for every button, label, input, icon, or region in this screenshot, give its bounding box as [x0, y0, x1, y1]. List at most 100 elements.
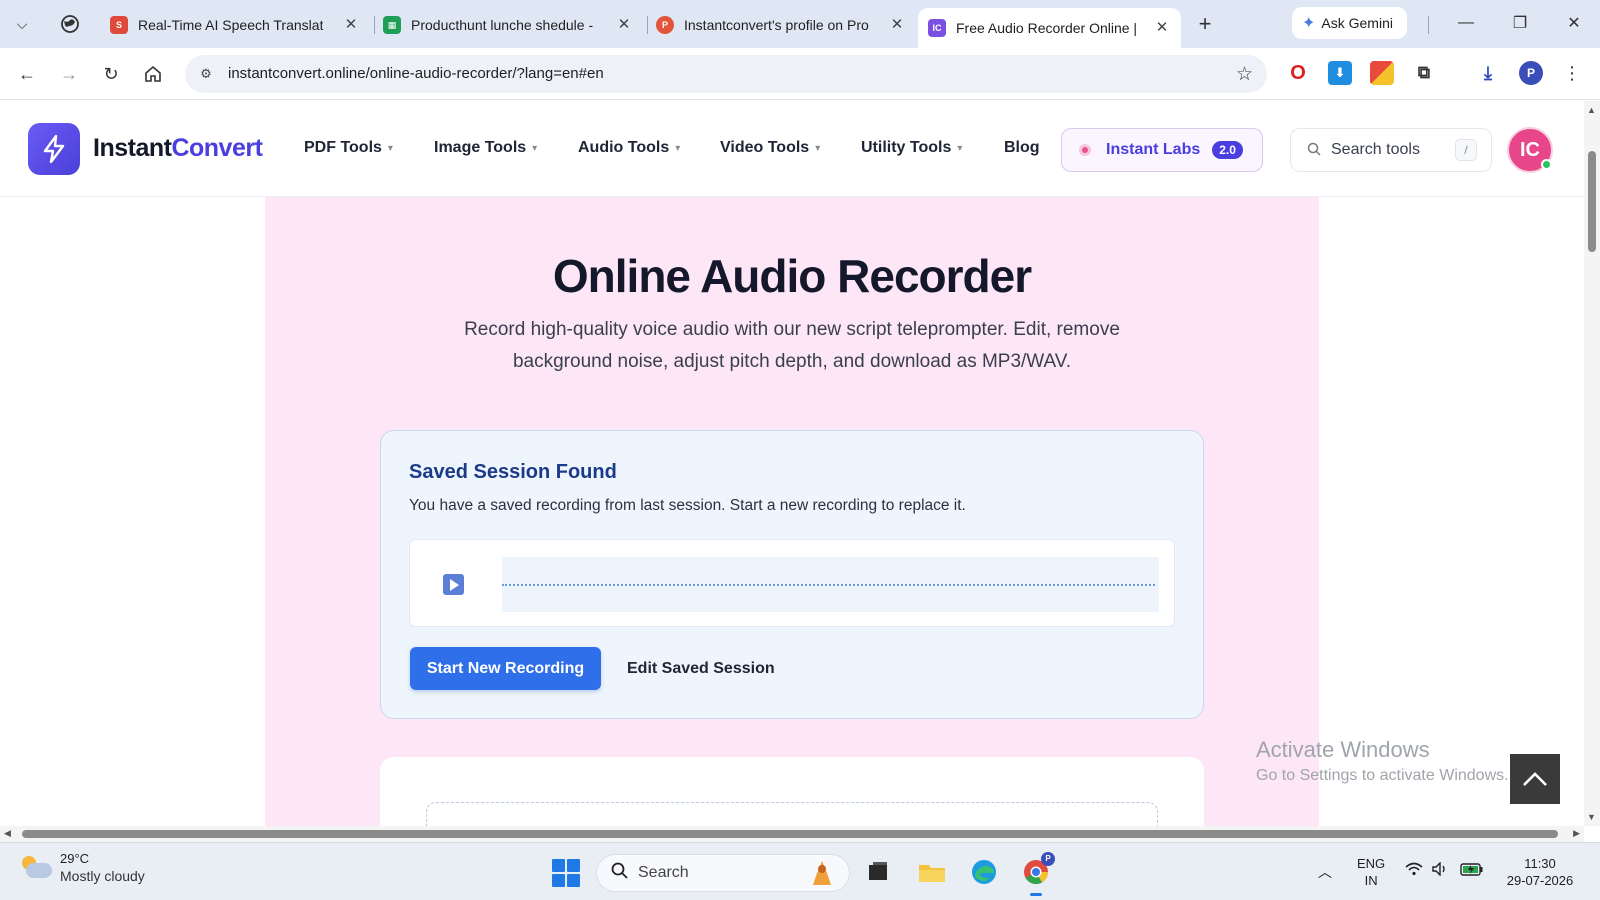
opera-icon[interactable]: O: [1286, 61, 1310, 85]
forward-arrow-icon[interactable]: →: [55, 60, 83, 88]
vertical-scrollbar[interactable]: ▲ ▼: [1584, 101, 1600, 826]
edge-browser-icon[interactable]: [968, 856, 1000, 888]
browser-toolbar: ← → ↻ ⚙ instantconvert.online/online-aud…: [0, 48, 1600, 100]
profile-badge: P: [1041, 852, 1055, 866]
activate-windows-watermark: Activate Windows Go to Settings to activ…: [1256, 737, 1509, 784]
tab-strip: ⌵ S Real-Time AI Speech Translator ✕ ▦ P…: [0, 0, 1600, 48]
taskbar-search[interactable]: Search: [596, 854, 850, 892]
weather-condition: Mostly cloudy: [60, 868, 145, 884]
browser-tab[interactable]: S Real-Time AI Speech Translator ✕: [110, 8, 370, 42]
nav-audio-tools[interactable]: Audio Tools ▾: [578, 139, 680, 157]
scroll-left-arrow-icon[interactable]: ◀: [4, 828, 11, 839]
chrome-browser-icon[interactable]: P: [1020, 852, 1055, 896]
weather-widget[interactable]: 29°C Mostly cloudy: [20, 851, 145, 884]
chevron-down-icon: ▾: [387, 143, 393, 154]
chevron-down-icon: ▾: [815, 143, 821, 154]
edit-saved-session-button[interactable]: Edit Saved Session: [627, 647, 775, 690]
close-icon[interactable]: ✕: [888, 16, 906, 34]
saved-session-card: Saved Session Found You have a saved rec…: [380, 430, 1204, 719]
back-arrow-icon[interactable]: ←: [13, 60, 41, 88]
recorder-dropzone[interactable]: [426, 802, 1158, 826]
close-icon[interactable]: ✕: [1153, 19, 1171, 37]
ask-gemini-button[interactable]: ✦ Ask Gemini: [1292, 7, 1407, 39]
windows-taskbar: 29°C Mostly cloudy Search P ︿ ENG IN 11:…: [0, 842, 1600, 900]
window-close-icon[interactable]: ✕: [1554, 10, 1594, 36]
s-icon: S: [110, 16, 128, 34]
globe-icon[interactable]: [58, 12, 82, 36]
online-status-dot: [1541, 159, 1552, 170]
horizontal-scroll-thumb[interactable]: [22, 830, 1558, 838]
browser-tab[interactable]: ▦ Producthunt lunche shedule - ✕: [383, 8, 643, 42]
browser-profile-avatar[interactable]: P: [1519, 61, 1543, 85]
close-icon[interactable]: ✕: [342, 16, 360, 34]
home-icon[interactable]: [139, 60, 167, 88]
sheets-icon: ▦: [383, 16, 401, 34]
chevron-down-icon: ▾: [675, 143, 681, 154]
instantconvert-icon: IC: [928, 19, 946, 37]
wifi-icon[interactable]: [1405, 862, 1423, 880]
tab-title: Real-Time AI Speech Translator: [138, 17, 323, 33]
browser-tab-active[interactable]: IC Free Audio Recorder Online | F ✕: [918, 8, 1181, 48]
tab-search-chevron-icon[interactable]: ⌵: [8, 10, 36, 38]
url-text[interactable]: instantconvert.online/online-audio-recor…: [228, 65, 604, 82]
search-highlight-icon: [809, 859, 835, 887]
site-info-icon[interactable]: ⚙: [197, 65, 215, 83]
chevron-down-icon: ▾: [532, 143, 538, 154]
start-new-recording-button[interactable]: Start New Recording: [410, 647, 601, 690]
horizontal-scrollbar[interactable]: ◀ ▶: [0, 826, 1584, 842]
nav-blog[interactable]: Blog: [1004, 139, 1040, 157]
close-icon[interactable]: ✕: [615, 16, 633, 34]
colorful-extension-icon[interactable]: [1370, 61, 1394, 85]
chevron-down-icon: ▾: [957, 143, 963, 154]
address-bar[interactable]: ⚙ instantconvert.online/online-audio-rec…: [185, 55, 1267, 93]
nav-utility-tools[interactable]: Utility Tools ▾: [861, 139, 962, 157]
more-menu-icon[interactable]: ⋮: [1562, 60, 1582, 86]
lightning-logo-icon[interactable]: [28, 123, 80, 175]
scroll-to-top-button[interactable]: [1510, 754, 1560, 804]
bookmark-star-icon[interactable]: ☆: [1236, 63, 1253, 86]
task-view-icon[interactable]: [862, 856, 894, 888]
gemini-label: Ask Gemini: [1321, 15, 1393, 31]
scroll-right-arrow-icon[interactable]: ▶: [1573, 828, 1580, 839]
gemini-sparkle-icon: ✦: [1302, 15, 1316, 32]
windows-start-icon[interactable]: [552, 859, 580, 887]
page-viewport: InstantConvert PDF Tools ▾ Image Tools ▾ A…: [0, 101, 1584, 826]
search-icon: [1307, 142, 1321, 159]
clock[interactable]: 11:30 29-07-2026: [1500, 855, 1580, 889]
vertical-scroll-thumb[interactable]: [1588, 151, 1596, 252]
battery-charging-icon[interactable]: [1460, 862, 1484, 880]
partly-cloudy-icon: [20, 854, 52, 882]
browser-tab[interactable]: P Instantconvert's profile on Pro ✕: [656, 8, 916, 42]
nav-image-tools[interactable]: Image Tools ▾: [434, 139, 537, 157]
download-extension-icon[interactable]: ⬇: [1328, 61, 1352, 85]
producthunt-icon: P: [656, 16, 674, 34]
tab-title: Instantconvert's profile on Pro: [684, 17, 869, 33]
language-indicator[interactable]: ENG IN: [1357, 855, 1385, 889]
nav-pdf-tools[interactable]: PDF Tools ▾: [304, 139, 393, 157]
waveform[interactable]: [502, 557, 1159, 612]
reload-icon[interactable]: ↻: [97, 60, 125, 88]
restore-icon[interactable]: ❐: [1500, 10, 1540, 36]
instant-labs-button[interactable]: Instant Labs 2.0: [1061, 128, 1263, 172]
extensions-puzzle-icon[interactable]: ⧉: [1412, 61, 1436, 85]
audio-player: [409, 539, 1175, 627]
brand-name[interactable]: InstantConvert: [93, 134, 263, 163]
volume-icon[interactable]: [1432, 861, 1450, 880]
minimize-icon[interactable]: —: [1446, 10, 1486, 36]
play-icon[interactable]: [443, 574, 464, 595]
nav-video-tools[interactable]: Video Tools ▾: [720, 139, 820, 157]
page-title: Online Audio Recorder: [552, 250, 1032, 302]
downloads-icon[interactable]: ⤓: [1476, 61, 1500, 85]
search-tools-input[interactable]: Search tools /: [1290, 128, 1492, 172]
new-tab-button[interactable]: +: [1192, 12, 1218, 38]
labs-dot-icon: [1079, 144, 1091, 156]
user-avatar[interactable]: IC: [1507, 127, 1553, 173]
scroll-down-arrow-icon[interactable]: ▼: [1587, 812, 1596, 822]
scroll-up-arrow-icon[interactable]: ▲: [1587, 105, 1596, 115]
show-hidden-icons-chevron-icon[interactable]: ︿: [1318, 862, 1332, 882]
tab-title: Producthunt lunche shedule -: [411, 17, 594, 33]
file-explorer-icon[interactable]: [916, 856, 948, 888]
session-title: Saved Session Found: [409, 461, 617, 483]
recorder-card: [380, 757, 1204, 826]
session-description: You have a saved recording from last ses…: [409, 497, 966, 514]
